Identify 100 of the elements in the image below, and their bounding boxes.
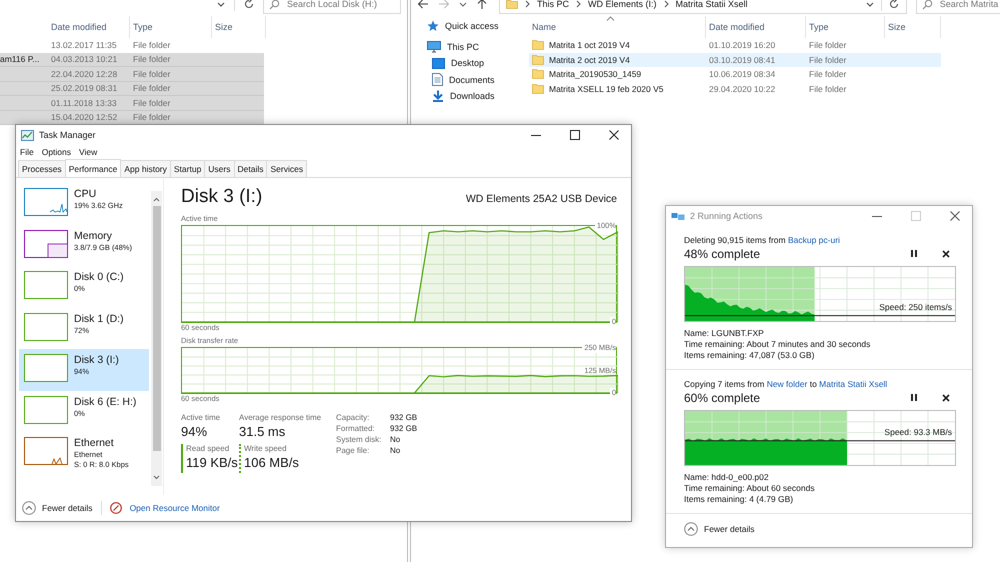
property-label: System disk: [336, 435, 382, 444]
scrollbar[interactable] [151, 191, 162, 486]
property-value: No [390, 435, 402, 444]
nav-item[interactable]: Desktop [411, 55, 526, 72]
progress-label: 60% complete [684, 390, 760, 404]
device-model: WD Elements 25A2 USB Device [466, 193, 617, 205]
breadcrumb-item[interactable]: WD Elements (I:) [588, 0, 657, 9]
tab[interactable]: Services [266, 160, 308, 177]
menu-item[interactable]: Options [42, 147, 71, 157]
fewer-details-button[interactable]: Fewer details [684, 522, 755, 536]
type-cell-text: File folder [808, 54, 848, 67]
stat-label: Active time [181, 413, 222, 422]
dropdown-caret-icon[interactable] [216, 0, 226, 9]
file-name: Matrita_20190530_1459 [549, 69, 642, 80]
stat-value: 94% [181, 423, 208, 441]
tab[interactable]: Details [234, 160, 268, 177]
collapse-icon [22, 501, 36, 515]
column-header[interactable]: Type [130, 16, 212, 38]
close-icon [609, 130, 619, 140]
refresh-icon[interactable] [888, 0, 900, 10]
property-value: 932 GB [390, 424, 418, 433]
folder-link[interactable]: Backup pc-uri [788, 235, 840, 245]
nav-item[interactable]: Quick access [411, 18, 526, 34]
progress-label: 48% complete [684, 246, 760, 260]
breadcrumb-item[interactable]: Matrita Statii Xsell [676, 0, 748, 9]
pause-button[interactable] [910, 393, 918, 402]
menu-item[interactable]: File [20, 147, 34, 157]
nav-item[interactable]: This PC [411, 38, 526, 55]
file-row[interactable]: 13.02.2017 11:35 File folder [0, 38, 407, 52]
operation-description: Deleting 90,915 items from Backup pc-uri [684, 235, 841, 245]
file-row[interactable]: 25.02.2019 08:31 File folder [0, 82, 264, 96]
dropdown-caret-icon[interactable] [459, 0, 467, 8]
operation-detail: Name: hdd-0_e00.p02 [684, 472, 770, 483]
folders-icon [671, 211, 685, 221]
speed-label: Speed: 93.3 MB/s [884, 426, 952, 437]
file-row[interactable]: Matrita_20190530_1459 10.06.2019 08:34 File folder [529, 67, 941, 82]
usage-graph-thumbnail [24, 354, 68, 382]
nav-item[interactable]: Downloads [411, 88, 526, 104]
property-value: No [390, 446, 402, 455]
chevron-icon [662, 0, 670, 8]
device-name: Disk 6 (E: H:) [74, 396, 136, 408]
folder-icon [532, 69, 544, 80]
window-title: 2 Running Actions [690, 211, 763, 221]
folder-link[interactable]: New folder [766, 379, 808, 389]
type-cell-text: File folder [132, 112, 172, 122]
column-header[interactable]: Type [806, 16, 885, 38]
operation-detail: Items remaining: 47,087 (53.0 GB) [684, 350, 816, 361]
fewer-details-button[interactable]: Fewer details [22, 501, 93, 515]
cancel-button[interactable] [942, 394, 950, 402]
date-cell-text: 15.04.2020 12:52 [50, 112, 118, 122]
maximize-icon [570, 130, 580, 140]
type-cell-text: File folder [132, 98, 172, 108]
column-header[interactable]: Size [885, 16, 941, 38]
download-arrow-icon [432, 90, 444, 102]
file-name: Matrita 2 oct 2019 V4 [549, 54, 630, 65]
stat-value: 31.5 ms [239, 423, 286, 441]
file-row[interactable]: Matrita 2 oct 2019 V4 03.10.2019 08:41 File folder [529, 52, 941, 67]
folder-link[interactable]: Matrita Statii Xsell [819, 379, 888, 389]
file-row[interactable]: am116 P... 04.03.2013 10:21 File folder [0, 52, 264, 67]
breadcrumb-item[interactable]: This PC [537, 0, 570, 9]
search-field[interactable]: Search Matrita [916, 0, 1000, 14]
usage-graph-thumbnail [24, 437, 68, 465]
folder-icon [506, 0, 518, 9]
date-cell-text: 29.04.2020 10:22 [708, 82, 776, 96]
refresh-icon[interactable] [243, 0, 255, 10]
tab[interactable]: Startup [170, 160, 206, 177]
search-field[interactable]: Search Local Disk (H:) [263, 0, 401, 14]
dropdown-caret-icon[interactable] [864, 0, 875, 9]
type-cell-text: File folder [132, 83, 172, 94]
folder-icon [532, 54, 544, 65]
property-label: Formatted: [336, 424, 376, 433]
address-bar[interactable]: This PC WD Elements (I:) Matrita Statii Xsell [499, 0, 907, 14]
tab[interactable]: Processes [18, 160, 66, 177]
date-cell-text: 03.10.2019 08:41 [708, 54, 776, 67]
file-row[interactable]: Matrita 1 oct 2019 V4 01.10.2019 16:20 File folder [529, 38, 941, 52]
task-manager-icon [21, 130, 34, 140]
folder-icon [532, 40, 544, 50]
resource-monitor-link[interactable]: Open Resource Monitor [130, 503, 220, 513]
usage-graph-thumbnail [24, 396, 68, 424]
file-row[interactable]: 22.04.2020 12:28 File folder [0, 67, 264, 82]
pause-button[interactable] [910, 249, 918, 258]
column-header[interactable]: Date modified [48, 16, 130, 38]
menu-item[interactable]: View [79, 147, 98, 157]
up-arrow-icon[interactable] [476, 0, 488, 10]
device-name: Ethernet [74, 437, 115, 450]
tab[interactable]: Users [204, 160, 234, 177]
file-name: Matrita XSELL 19 feb 2020 V5 [549, 84, 664, 94]
device-heading: Disk 3 (I:) [181, 186, 262, 208]
column-header[interactable]: Name [529, 16, 706, 38]
column-header[interactable]: Size [212, 16, 266, 38]
chevron-icon [524, 0, 531, 8]
file-row[interactable]: Matrita XSELL 19 feb 2020 V5 29.04.2020 10:22 File folder [529, 82, 941, 96]
cancel-button[interactable] [942, 250, 950, 258]
back-arrow-icon[interactable] [417, 0, 429, 10]
column-header[interactable]: Date modified [706, 16, 806, 38]
tab[interactable]: App history [120, 160, 171, 177]
device-name: Disk 1 (D:) [74, 312, 124, 326]
file-row[interactable]: 01.11.2018 13:33 File folder [0, 96, 264, 110]
nav-item[interactable]: Documents [411, 72, 526, 88]
operation-detail: Time remaining: About 7 minutes and 30 seconds [684, 339, 872, 350]
